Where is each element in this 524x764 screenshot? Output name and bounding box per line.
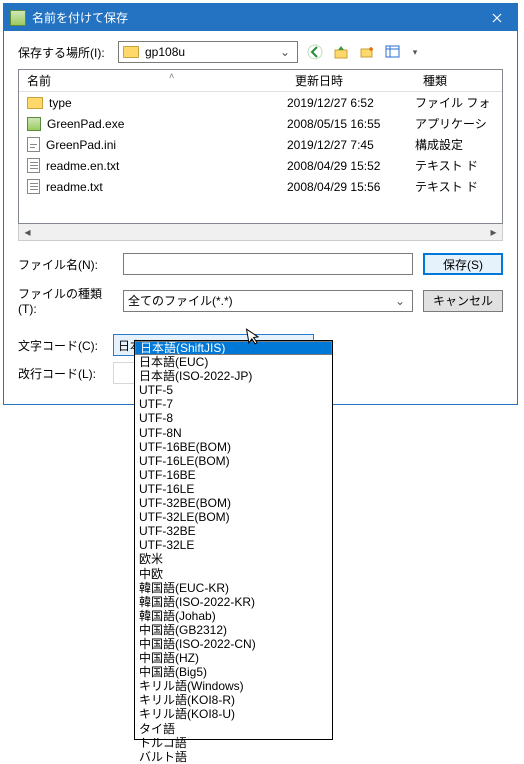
- encoding-option[interactable]: UTF-16BE: [135, 468, 332, 482]
- file-name: readme.en.txt: [46, 159, 119, 173]
- scroll-track[interactable]: [36, 225, 485, 240]
- encoding-option[interactable]: 欧米: [135, 552, 332, 566]
- encoding-option[interactable]: UTF-16LE: [135, 482, 332, 496]
- views-button[interactable]: [384, 43, 402, 61]
- file-type: テキスト ド: [415, 178, 502, 195]
- linebreak-label: 改行コード(L):: [18, 365, 113, 382]
- filename-input[interactable]: [123, 253, 413, 275]
- file-list-header[interactable]: 名前 ˄ 更新日時 種類: [19, 70, 502, 92]
- encoding-option[interactable]: タイ語: [135, 722, 332, 736]
- encoding-option[interactable]: UTF-32LE(BOM): [135, 510, 332, 524]
- encoding-option[interactable]: UTF-8N: [135, 426, 332, 440]
- cancel-button[interactable]: キャンセル: [423, 290, 503, 312]
- encoding-option[interactable]: UTF-16LE(BOM): [135, 454, 332, 468]
- encoding-option[interactable]: 韓国語(ISO-2022-KR): [135, 595, 332, 609]
- up-folder-icon: [333, 44, 349, 60]
- scroll-left-icon[interactable]: ◂: [19, 225, 36, 240]
- file-name: type: [49, 96, 72, 110]
- folder-icon: [27, 97, 43, 109]
- file-date: 2008/04/29 15:56: [287, 180, 415, 194]
- encoding-option[interactable]: キリル語(KOI8-R): [135, 693, 332, 707]
- app-icon: [10, 10, 26, 26]
- save-in-value: gp108u: [145, 45, 277, 59]
- encoding-option[interactable]: UTF-32BE(BOM): [135, 496, 332, 510]
- back-arrow-icon: [307, 44, 323, 60]
- save-in-label: 保存する場所(I):: [18, 44, 118, 61]
- file-type: ファイル フォ: [415, 94, 502, 111]
- col-type[interactable]: 種類: [415, 72, 502, 89]
- scroll-right-icon[interactable]: ▸: [485, 225, 502, 240]
- new-folder-button[interactable]: [358, 43, 376, 61]
- col-date[interactable]: 更新日時: [287, 72, 415, 89]
- close-icon: [492, 13, 502, 23]
- close-button[interactable]: [477, 4, 517, 31]
- encoding-label: 文字コード(C):: [18, 337, 113, 354]
- encoding-option[interactable]: 中国語(GB2312): [135, 623, 332, 637]
- views-dropdown-button[interactable]: ▾: [406, 43, 424, 61]
- encoding-option[interactable]: 日本語(ISO-2022-JP): [135, 369, 332, 383]
- filetype-label: ファイルの種類(T):: [18, 285, 113, 316]
- encoding-option[interactable]: UTF-8: [135, 411, 332, 425]
- encoding-option[interactable]: 中国語(HZ): [135, 651, 332, 665]
- sort-indicator-icon: ˄: [169, 71, 174, 81]
- file-date: 2019/12/27 6:52: [287, 96, 415, 110]
- encoding-option[interactable]: UTF-16BE(BOM): [135, 440, 332, 454]
- chevron-down-icon: ⌄: [392, 294, 408, 308]
- titlebar: 名前を付けて保存: [4, 4, 517, 31]
- encoding-option[interactable]: 日本語(ShiftJIS): [135, 341, 332, 355]
- encoding-option[interactable]: 中国語(ISO-2022-CN): [135, 637, 332, 651]
- txt-icon: [27, 179, 40, 194]
- chevron-down-icon: ⌄: [277, 45, 293, 59]
- encoding-option[interactable]: UTF-32LE: [135, 538, 332, 552]
- encoding-option[interactable]: UTF-5: [135, 383, 332, 397]
- save-in-combo[interactable]: gp108u ⌄: [118, 41, 298, 63]
- encoding-dropdown-list[interactable]: 日本語(ShiftJIS)日本語(EUC)日本語(ISO-2022-JP)UTF…: [134, 340, 333, 740]
- exe-icon: [27, 117, 41, 131]
- go-back-button[interactable]: [306, 43, 324, 61]
- filename-label: ファイル名(N):: [18, 256, 113, 273]
- file-date: 2008/04/29 15:52: [287, 159, 415, 173]
- txt-icon: [27, 158, 40, 173]
- col-name[interactable]: 名前: [19, 72, 287, 89]
- encoding-option[interactable]: キリル語(KOI8-U): [135, 707, 332, 721]
- encoding-option[interactable]: UTF-7: [135, 397, 332, 411]
- window-title: 名前を付けて保存: [32, 9, 477, 26]
- file-row[interactable]: GreenPad.exe 2008/05/15 16:55アプリケーシ: [19, 113, 502, 134]
- file-row[interactable]: type 2019/12/27 6:52ファイル フォ: [19, 92, 502, 113]
- file-name: readme.txt: [46, 180, 103, 194]
- new-folder-icon: [359, 44, 375, 60]
- file-type: アプリケーシ: [415, 115, 502, 132]
- file-type: 構成設定: [415, 136, 502, 153]
- file-date: 2019/12/27 7:45: [287, 138, 415, 152]
- encoding-option[interactable]: バルト語: [135, 750, 332, 764]
- encoding-option[interactable]: トルコ語: [135, 736, 332, 750]
- filetype-value: 全てのファイル(*.*): [128, 292, 392, 309]
- file-name: GreenPad.ini: [46, 138, 116, 152]
- encoding-option[interactable]: 韓国語(EUC-KR): [135, 581, 332, 595]
- encoding-option[interactable]: 中国語(Big5): [135, 665, 332, 679]
- up-one-level-button[interactable]: [332, 43, 350, 61]
- filetype-combo[interactable]: 全てのファイル(*.*) ⌄: [123, 290, 413, 312]
- ini-icon: [27, 137, 40, 152]
- horizontal-scrollbar[interactable]: ◂ ▸: [18, 224, 503, 241]
- views-icon: [385, 44, 401, 60]
- encoding-option[interactable]: キリル語(Windows): [135, 679, 332, 693]
- file-type: テキスト ド: [415, 157, 502, 174]
- file-date: 2008/05/15 16:55: [287, 117, 415, 131]
- encoding-option[interactable]: UTF-32BE: [135, 524, 332, 538]
- file-row[interactable]: readme.txt 2008/04/29 15:56テキスト ド: [19, 176, 502, 197]
- file-row[interactable]: GreenPad.ini 2019/12/27 7:45構成設定: [19, 134, 502, 155]
- encoding-option[interactable]: 中欧: [135, 567, 332, 581]
- encoding-option[interactable]: 日本語(EUC): [135, 355, 332, 369]
- save-button[interactable]: 保存(S): [423, 253, 503, 275]
- file-row[interactable]: readme.en.txt 2008/04/29 15:52テキスト ド: [19, 155, 502, 176]
- folder-icon: [123, 46, 139, 58]
- encoding-option[interactable]: 韓国語(Johab): [135, 609, 332, 623]
- file-list[interactable]: 名前 ˄ 更新日時 種類 type 2019/12/27 6:52ファイル フォ G…: [18, 69, 503, 224]
- file-name: GreenPad.exe: [47, 117, 124, 131]
